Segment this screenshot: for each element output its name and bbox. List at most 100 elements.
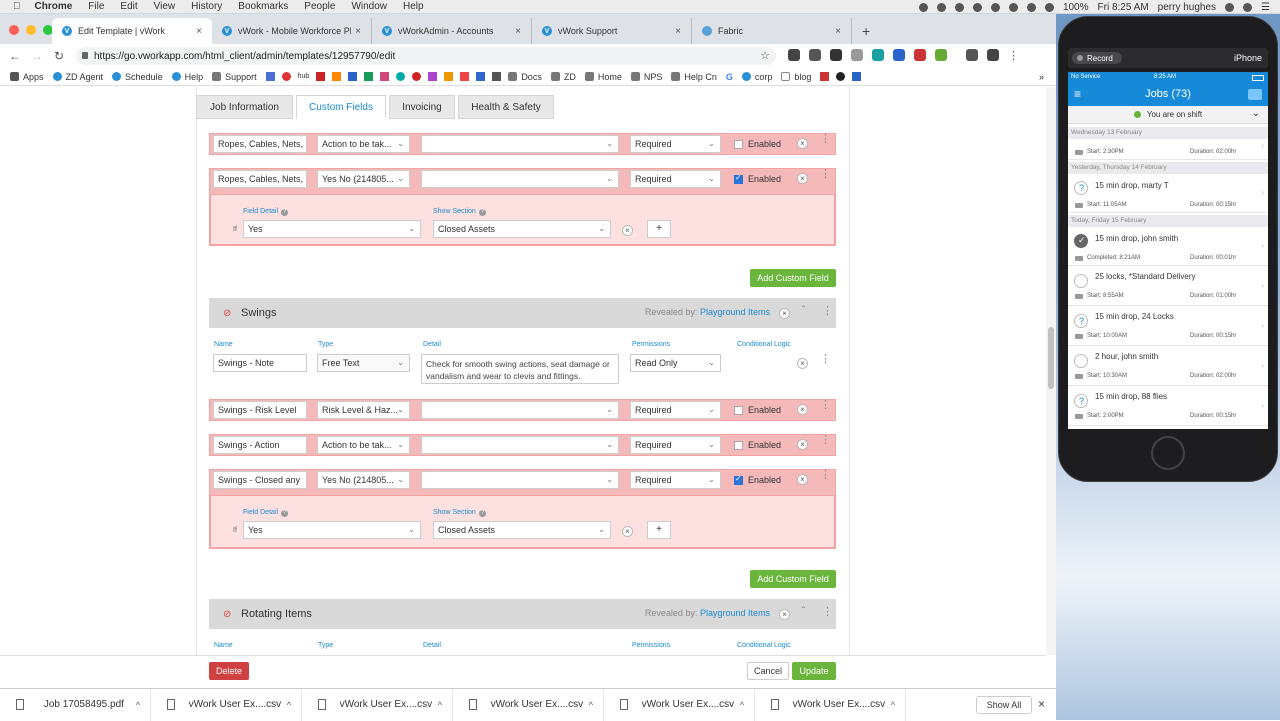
extension-icon[interactable] <box>893 49 905 61</box>
bookmark-icon[interactable] <box>852 72 862 81</box>
apple-menu-icon[interactable]:  <box>13 1 21 12</box>
add-custom-field-button[interactable]: Add Custom Field <box>750 269 836 287</box>
extension-icon[interactable] <box>788 49 800 61</box>
bookmark-icon[interactable] <box>820 72 830 81</box>
menu-window[interactable]: Window <box>351 1 387 12</box>
bookmark-icon[interactable] <box>492 72 502 81</box>
remove-condition-icon[interactable]: × <box>622 225 633 236</box>
remove-field-icon[interactable]: × <box>797 404 808 415</box>
field-detail-select[interactable]: ⌄ <box>421 135 619 153</box>
bookmark-corp[interactable]: corp <box>741 72 772 82</box>
download-item[interactable]: vWork User Ex....csv ^ <box>453 688 604 721</box>
remove-field-icon[interactable]: × <box>797 474 808 485</box>
bookmark-apps[interactable]: Apps <box>10 72 44 82</box>
job-list-item[interactable]: 15 min drop, 24 Locks Start: 10:00AM Dur… <box>1068 307 1268 346</box>
browser-tab[interactable]: V vWork - Mobile Workforce Platf × <box>212 18 372 44</box>
drag-handle-icon[interactable]: ⋮ <box>820 354 831 365</box>
show-section-select[interactable]: Closed Assets ⌄ <box>433 220 611 238</box>
bookmark-icon[interactable] <box>265 72 275 81</box>
extension-icon[interactable] <box>809 49 821 61</box>
job-list-item[interactable]: Start: 2:30PM Duration: 02:00hr › <box>1068 139 1268 160</box>
menu-icon[interactable]: ☰ <box>1261 2 1270 13</box>
chevron-up-icon[interactable]: ^ <box>287 700 291 710</box>
profile-icon[interactable] <box>966 49 978 61</box>
field-detail-select[interactable]: Yes ⌄ <box>243 220 421 238</box>
menu-view[interactable]: View <box>154 1 176 12</box>
page-scrollbar[interactable] <box>1046 87 1056 655</box>
browser-tab[interactable]: V Edit Template | vWork × <box>52 18 212 44</box>
clock[interactable]: Fri 8:25 AM <box>1098 2 1149 13</box>
bookmark-icon[interactable] <box>316 72 326 81</box>
scrollbar-thumb[interactable] <box>1048 327 1054 389</box>
extension-icon[interactable] <box>987 49 999 61</box>
field-type-select[interactable]: Action to be tak... ⌄ <box>317 135 410 153</box>
bookmark-help[interactable]: Help <box>171 72 203 82</box>
github-icon[interactable] <box>836 72 846 81</box>
reload-icon[interactable]: ↻ <box>48 49 70 63</box>
browser-tab[interactable]: Fabric × <box>692 18 852 44</box>
collapse-icon[interactable]: ˆ <box>802 305 805 316</box>
chevron-up-icon[interactable]: ^ <box>589 700 593 710</box>
bookmark-zd-agent[interactable]: ZD Agent <box>52 72 103 82</box>
bookmark-icon[interactable] <box>476 72 486 81</box>
permission-select[interactable]: Required ⌄ <box>630 471 721 489</box>
chevron-up-icon[interactable]: ^ <box>438 700 442 710</box>
bookmark-docs[interactable]: Docs <box>508 72 542 82</box>
extension-icon[interactable] <box>872 49 884 61</box>
forward-icon[interactable]: → <box>26 49 48 63</box>
menu-bookmarks[interactable]: Bookmarks <box>238 1 288 12</box>
wifi-icon[interactable] <box>1026 2 1036 12</box>
cancel-button[interactable]: Cancel <box>747 662 789 680</box>
bookmark-icon[interactable] <box>348 72 358 81</box>
siri-icon[interactable] <box>1243 2 1253 12</box>
field-name-input[interactable]: Swings - Note <box>213 354 307 372</box>
back-icon[interactable]: ← <box>4 49 26 63</box>
status-icon[interactable] <box>936 2 946 12</box>
chevron-up-icon[interactable]: ^ <box>740 700 744 710</box>
search-icon[interactable] <box>1225 2 1235 12</box>
field-type-select[interactable]: Free Text ⌄ <box>317 354 410 372</box>
bookmark-icon[interactable] <box>396 72 406 81</box>
add-custom-field-button[interactable]: Add Custom Field <box>750 570 836 588</box>
job-list-item[interactable]: 15 min drop, marty T Start: 11:05AM Dura… <box>1068 174 1268 213</box>
bookmark-zd[interactable]: ZD <box>550 72 576 82</box>
bookmark-g[interactable]: G <box>726 72 733 82</box>
close-window-icon[interactable] <box>9 25 19 35</box>
extension-icon[interactable] <box>914 49 926 61</box>
more-bookmarks-icon[interactable]: » <box>1039 72 1044 82</box>
enabled-checkbox[interactable] <box>734 441 743 450</box>
download-item[interactable]: vWork User Ex....csv ^ <box>604 688 755 721</box>
bookmark-icon[interactable] <box>332 72 342 81</box>
field-detail-select[interactable]: Yes ⌄ <box>243 521 421 539</box>
bookmark-schedule[interactable]: Schedule <box>112 72 163 82</box>
help-icon[interactable]: ? <box>478 510 486 517</box>
field-type-select[interactable]: Yes No (214805... ⌄ <box>317 170 410 188</box>
tab-job-information[interactable]: Job Information <box>196 95 293 119</box>
permission-select[interactable]: Required ⌄ <box>630 401 721 419</box>
download-item[interactable]: vWork User Ex....csv ^ <box>302 688 453 721</box>
enabled-checkbox[interactable] <box>734 173 743 184</box>
menu-file[interactable]: File <box>88 1 104 12</box>
field-name-input[interactable]: Ropes, Cables, Nets, <box>213 170 307 188</box>
shift-status[interactable]: You are on shift ⌄ <box>1068 106 1268 124</box>
bookmark-icon[interactable] <box>460 72 470 81</box>
drag-handle-icon[interactable]: ⋮ <box>822 607 833 618</box>
enabled-checkbox[interactable] <box>734 474 743 485</box>
url-input[interactable]: https://go.vworkapp.com/html_client/admi… <box>76 47 776 65</box>
close-tab-icon[interactable]: × <box>196 26 202 37</box>
add-condition-button[interactable]: + <box>647 220 671 238</box>
download-item[interactable]: vWork User Ex....csv ^ <box>755 688 906 721</box>
bookmark-support[interactable]: Support <box>212 72 257 82</box>
field-detail-select[interactable]: ⌄ <box>421 436 619 454</box>
status-icon[interactable] <box>990 2 1000 12</box>
field-type-select[interactable]: Risk Level & Haz... ⌄ <box>317 401 410 419</box>
download-item[interactable]: vWork User Ex....csv ^ <box>151 688 302 721</box>
bookmark-icon[interactable] <box>281 72 291 81</box>
chrome-menu-icon[interactable]: ⋮ <box>1008 49 1019 62</box>
add-condition-button[interactable]: + <box>647 521 671 539</box>
minimize-window-icon[interactable] <box>26 25 36 35</box>
update-button[interactable]: Update <box>792 662 836 680</box>
help-icon[interactable]: ? <box>281 510 289 517</box>
bookmark-home[interactable]: Home <box>584 72 622 82</box>
status-icon[interactable] <box>918 2 928 12</box>
